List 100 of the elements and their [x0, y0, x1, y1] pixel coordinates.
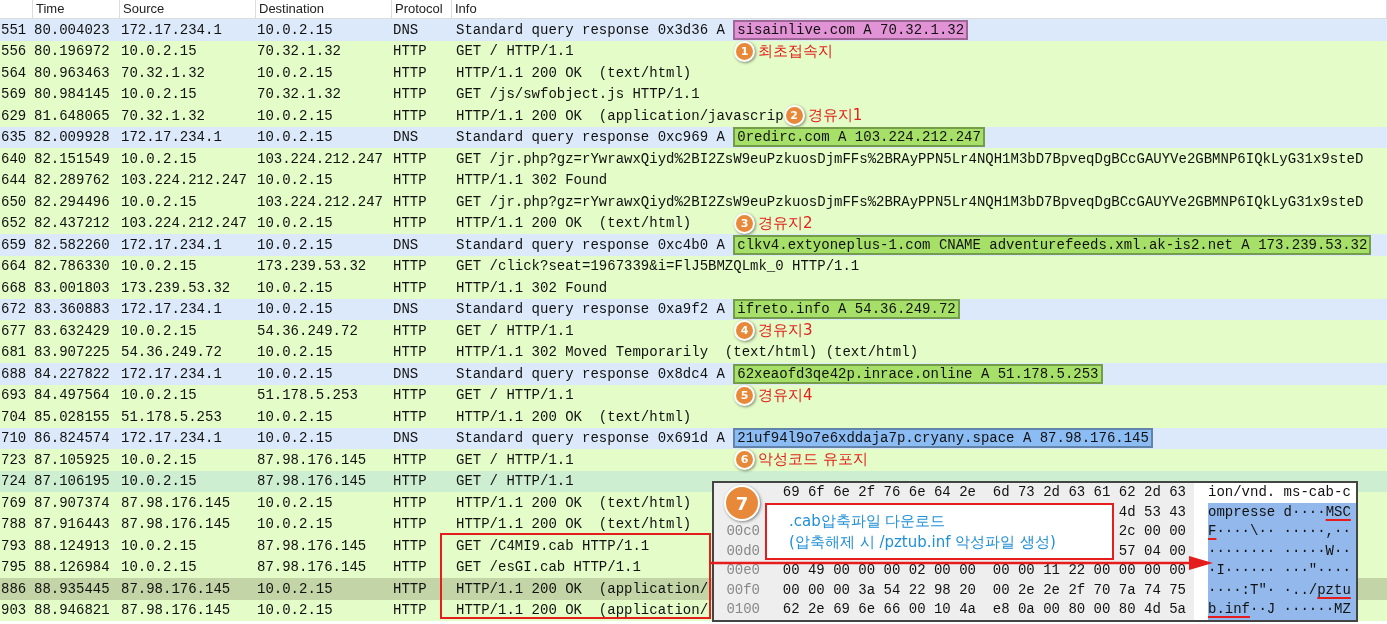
packet-row[interactable]: 681 83.907225 54.36.249.72 10.0.2.15 HTTP HTTP/1.1 302 Moved Temporarily (text/html) (text/html): [0, 341, 1387, 363]
table-cell: 86.824574: [33, 430, 110, 447]
table-cell: 70.32.1.32: [256, 43, 341, 60]
table-cell: 10.0.2.15: [256, 21, 333, 38]
step-number: 5: [734, 384, 755, 406]
table-cell: 677: [0, 322, 27, 339]
info-text: GET /jr.php?gz=rYwrawxQiyd%2BI2ZsW9euPzkuosDjmFFs%2BRAyPPN5Lr4NQH1M3bD7BpveqDgBCcGAUYVe2GBMNP6IQkLyG31x9steD: [456, 150, 1364, 167]
table-cell: 724: [0, 473, 27, 490]
table-cell: 172.17.234.1: [120, 21, 222, 38]
info-text: GET /js/swfobject.js HTTP/1.1: [456, 86, 700, 103]
packet-row[interactable]: 659 82.582260 172.17.234.1 10.0.2.15 DNS Standard query response 0xc4b0 A clkv4.extyoneplus-1.com CNAME adventurefeeds.xml.ak-is2.net A 173.239.53.32: [0, 234, 1387, 256]
table-cell: 81.648065: [33, 107, 110, 124]
packet-row[interactable]: 551 80.004023 172.17.234.1 10.0.2.15 DNS Standard query response 0x3d36 A sisainlive.com A 70.32.1.32: [0, 19, 1387, 41]
column-header[interactable]: Info: [452, 0, 1387, 18]
step-number: 3: [734, 212, 755, 234]
packet-row[interactable]: 693 84.497564 10.0.2.15 51.178.5.253 HTTP GET / HTTP/1.1 5 경유지4: [0, 384, 1387, 406]
table-cell: 10.0.2.15: [120, 537, 197, 554]
ascii-text: b.inf··J ······MZ: [1208, 600, 1356, 620]
packet-row[interactable]: 677 83.632429 10.0.2.15 54.36.249.72 HTTP GET / HTTP/1.1 4 경유지3: [0, 320, 1387, 342]
table-cell: 10.0.2.15: [120, 150, 197, 167]
table-cell: 84.497564: [33, 387, 110, 404]
step-number: 2: [783, 105, 805, 127]
table-cell: 173.239.53.32: [256, 258, 367, 275]
table-cell: 84.227822: [33, 365, 110, 382]
table-cell: 903: [0, 602, 27, 619]
table-cell: 640: [0, 150, 27, 167]
packet-row[interactable]: 652 82.437212 103.224.212.247 10.0.2.15 HTTP HTTP/1.1 200 OK (text/html) 3 경유지2: [0, 212, 1387, 234]
packet-row[interactable]: 710 86.824574 172.17.234.1 10.0.2.15 DNS Standard query response 0x691d A 21uf94l9o7e6xddaja7p.cryany.space A 87.98.176.145: [0, 427, 1387, 449]
table-cell: 788: [0, 516, 27, 533]
table-cell: 87.98.176.145: [120, 494, 231, 511]
table-cell: 10.0.2.15: [120, 86, 197, 103]
table-cell: 10.0.2.15: [256, 236, 333, 253]
table-cell: 10.0.2.15: [256, 580, 333, 597]
table-cell: 10.0.2.15: [120, 193, 197, 210]
packet-row[interactable]: 629 81.648065 70.32.1.32 10.0.2.15 HTTP HTTP/1.1 200 OK (application/javascrip 2 경유지1: [0, 105, 1387, 127]
column-header[interactable]: Protocol: [392, 0, 452, 18]
table-cell: 51.178.5.253: [120, 408, 222, 425]
table-cell: 650: [0, 193, 27, 210]
table-cell: 172.17.234.1: [120, 236, 222, 253]
table-cell: DNS: [392, 129, 419, 146]
table-cell: DNS: [392, 430, 419, 447]
packet-row[interactable]: 672 83.360883 172.17.234.1 10.0.2.15 DNS Standard query response 0xa9f2 A ifreto.info A 54.36.249.72: [0, 298, 1387, 320]
table-cell: 769: [0, 494, 27, 511]
packet-row[interactable]: 556 80.196972 10.0.2.15 70.32.1.32 HTTP GET / HTTP/1.1 1 최초접속지: [0, 40, 1387, 62]
info-text: HTTP/1.1 200 OK (application/: [456, 580, 709, 597]
dns-answer-highlight: sisainlive.com A 70.32.1.32: [733, 19, 969, 40]
info-text: HTTP/1.1 200 OK (text/html): [456, 408, 692, 425]
step-label: 경유지3: [758, 321, 813, 341]
info-text: GET /esGI.cab HTTP/1.1: [456, 559, 641, 576]
hex-bytes: 69 6f 6e 2f 76 6e 64 2e 6d 73 2d 63 61 62 2d 63: [764, 483, 1194, 503]
info-text: HTTP/1.1 200 OK (text/html): [456, 516, 692, 533]
packet-row[interactable]: 635 82.009928 172.17.234.1 10.0.2.15 DNS Standard query response 0xc969 A 0redirc.com A 103.224.212.247: [0, 126, 1387, 148]
table-cell: HTTP: [392, 387, 427, 404]
info-text: GET /click?seat=1967339&i=FlJ5BMZQLmk_0 HTTP/1.1: [456, 258, 860, 275]
info-text: Standard query response 0xc4b0 A: [456, 236, 726, 253]
column-header[interactable]: Time: [33, 0, 120, 18]
info-text: GET / HTTP/1.1: [456, 43, 575, 60]
packet-row[interactable]: 723 87.105925 10.0.2.15 87.98.176.145 HTTP GET / HTTP/1.1 6 악성코드 유포지: [0, 449, 1387, 471]
column-header[interactable]: Destination: [256, 0, 392, 18]
table-cell: 664: [0, 258, 27, 275]
table-cell: DNS: [392, 236, 419, 253]
table-cell: HTTP: [392, 451, 427, 468]
table-cell: DNS: [392, 301, 419, 318]
table-cell: 10.0.2.15: [256, 129, 333, 146]
table-cell: 51.178.5.253: [256, 387, 358, 404]
table-cell: 644: [0, 172, 27, 189]
info-text: GET / HTTP/1.1: [456, 387, 575, 404]
hex-offset: 0100: [714, 600, 764, 620]
packet-row[interactable]: 564 80.963463 70.32.1.32 10.0.2.15 HTTP HTTP/1.1 200 OK (text/html): [0, 62, 1387, 84]
packet-row[interactable]: 668 83.001803 173.239.53.32 10.0.2.15 HTTP HTTP/1.1 302 Found: [0, 277, 1387, 299]
table-cell: HTTP: [392, 150, 427, 167]
table-cell: 10.0.2.15: [256, 365, 333, 382]
packet-row[interactable]: 688 84.227822 172.17.234.1 10.0.2.15 DNS Standard query response 0x8dc4 A 62xeaofd3qe42p.inrace.online A 51.178.5.253: [0, 363, 1387, 385]
table-cell: 80.196972: [33, 43, 110, 60]
column-header[interactable]: Source: [120, 0, 256, 18]
table-cell: HTTP: [392, 215, 427, 232]
step-label: 경유지1: [807, 106, 863, 126]
info-text: HTTP/1.1 302 Found: [456, 172, 608, 189]
ascii-text: ompresse d····MSC: [1208, 502, 1356, 522]
table-cell: 10.0.2.15: [256, 107, 333, 124]
table-cell: 80.004023: [33, 21, 110, 38]
table-cell: 795: [0, 559, 27, 576]
dns-answer-highlight: 21uf94l9o7e6xddaja7p.cryany.space A 87.98.176.145: [733, 428, 1153, 449]
packet-row[interactable]: 644 82.289762 103.224.212.247 10.0.2.15 HTTP HTTP/1.1 302 Found: [0, 169, 1387, 191]
table-cell: HTTP: [392, 473, 427, 490]
table-cell: 10.0.2.15: [256, 215, 333, 232]
info-text: Standard query response 0x8dc4 A: [456, 365, 726, 382]
packet-row[interactable]: 569 80.984145 10.0.2.15 70.32.1.32 HTTP GET /js/swfobject.js HTTP/1.1: [0, 83, 1387, 105]
table-cell: 10.0.2.15: [120, 322, 197, 339]
table-cell: 172.17.234.1: [120, 365, 222, 382]
table-cell: HTTP: [392, 64, 427, 81]
table-cell: 681: [0, 344, 27, 361]
table-cell: 54.36.249.72: [256, 322, 358, 339]
table-cell: DNS: [392, 21, 419, 38]
hex-offset: 00d0: [714, 541, 764, 561]
packet-row[interactable]: 640 82.151549 10.0.2.15 103.224.212.247 HTTP GET /jr.php?gz=rYwrawxQiyd%2BI2ZsW9euPzkuosDjmFFs%2BRAyPPN5Lr4NQH1M3bD7BpveqDgBCcGAUYVe2GBMNP6IQkLyG31x9steD: [0, 148, 1387, 170]
table-cell: 629: [0, 107, 27, 124]
packet-row[interactable]: 664 82.786330 10.0.2.15 173.239.53.32 HTTP GET /click?seat=1967339&i=FlJ5BMZQLmk_0 HTTP/1.1: [0, 255, 1387, 277]
packet-row[interactable]: 650 82.294496 10.0.2.15 103.224.212.247 HTTP GET /jr.php?gz=rYwrawxQiyd%2BI2ZsW9euPzkuosDjmFFs%2BRAyPPN5Lr4NQH1M3bD7BpveqDgBCcGAUYVe2GBMNP6IQkLyG31x9steD: [0, 191, 1387, 213]
packet-row[interactable]: 704 85.028155 51.178.5.253 10.0.2.15 HTTP HTTP/1.1 200 OK (text/html): [0, 406, 1387, 428]
